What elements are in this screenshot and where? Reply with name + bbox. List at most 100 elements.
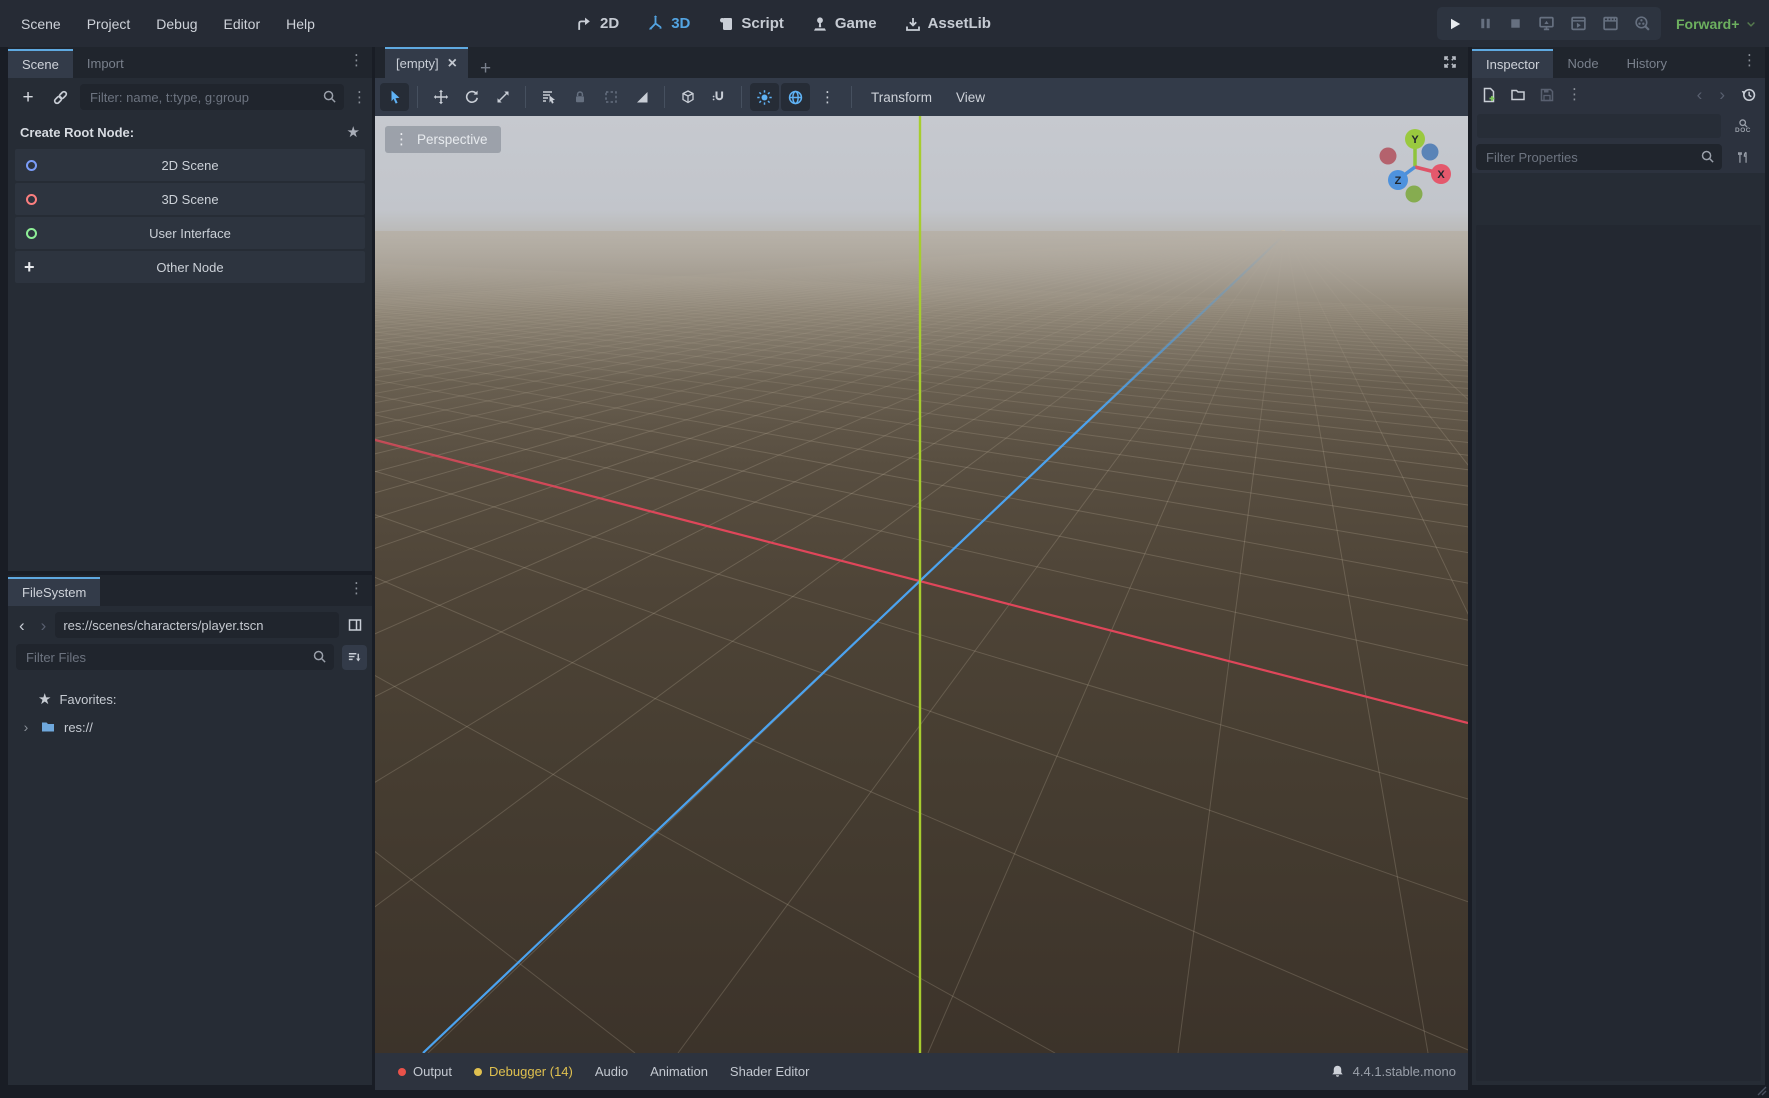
property-tools-icon[interactable] [1725,150,1761,165]
move-tool-button[interactable] [426,83,455,111]
scene-filter-input[interactable] [80,84,344,110]
open-docs-icon[interactable]: DOC [1725,118,1761,134]
tab-history[interactable]: History [1613,49,1681,78]
scene-tab-empty[interactable]: [empty] × [385,47,468,78]
menu-help[interactable]: Help [273,10,328,38]
search-icon [312,649,327,664]
snap-mode-icon[interactable] [704,83,733,111]
res-root-row[interactable]: › res:// [8,713,372,741]
new-scene-tab-button[interactable]: + [468,59,503,78]
stop-button[interactable] [1508,16,1523,31]
control-node-icon [26,228,37,239]
select-tool-button[interactable] [380,83,409,111]
lock-selected-button[interactable] [565,83,594,111]
scene-filter-menu-icon[interactable]: ⋮ [352,90,367,105]
bottom-tab-shader-editor[interactable]: Shader Editor [719,1053,821,1090]
root-option-2d-scene[interactable]: 2D Scene [15,149,365,181]
scene-dock-menu-icon[interactable]: ⋮ [349,53,364,68]
tab-filesystem[interactable]: FileSystem [8,577,100,606]
list-select-button[interactable] [534,83,563,111]
inspector-back-button[interactable]: ‹ [1690,86,1710,103]
svg-text:X: X [1437,169,1445,181]
resource-options-menu-icon[interactable]: ⋮ [1563,87,1586,102]
history-back-button[interactable]: ‹ [12,617,32,634]
filesystem-dock-menu-icon[interactable]: ⋮ [349,581,364,596]
z-axis-line [423,236,1283,1053]
preview-options-menu-icon[interactable]: ⋮ [812,88,843,106]
play-scene-button[interactable] [1570,15,1587,32]
split-view-icon[interactable] [347,617,363,633]
add-node-button[interactable]: + [16,85,40,109]
ruler-mode-button[interactable] [627,83,656,111]
renderer-selector[interactable]: Forward+ [1676,0,1757,47]
pause-button[interactable] [1478,16,1493,31]
favorites-row[interactable]: ★ Favorites: [8,685,372,713]
main-editor-area: [empty] × + [375,47,1468,1090]
root-option-user-interface[interactable]: User Interface [15,217,365,249]
inspector-dock-menu-icon[interactable]: ⋮ [1742,53,1757,68]
play-button[interactable] [1447,16,1463,32]
preview-sun-button[interactable] [750,83,779,111]
menu-debug[interactable]: Debug [143,10,210,38]
x-axis-line [375,440,1468,723]
workspace-tab-script[interactable]: Script [708,11,794,36]
expand-chevron-icon[interactable]: › [20,719,32,735]
favorite-star-icon[interactable]: ★ [347,123,360,141]
close-tab-icon[interactable]: × [448,56,457,72]
bottom-tab-audio[interactable]: Audio [584,1053,639,1090]
workspace-tab-assetlib[interactable]: AssetLib [895,11,1001,36]
preview-environment-button[interactable] [781,83,810,111]
play-custom-scene-button[interactable] [1602,15,1619,32]
group-selected-button[interactable] [596,83,625,111]
transform-menu[interactable]: Transform [860,90,943,105]
file-sort-icon[interactable] [342,645,367,670]
scene-tab-bar: [empty] × + [375,47,1468,78]
root-option-other-node[interactable]: + Other Node [15,251,365,283]
instance-scene-link-icon[interactable] [48,85,72,109]
use-local-space-icon[interactable] [673,83,702,111]
filter-properties-input[interactable] [1476,144,1722,170]
current-path-field[interactable] [55,612,339,638]
gizmo-neg-z-ball [1422,144,1439,161]
workspace-tab-label: Script [741,15,784,32]
3d-viewport[interactable]: ⋮ Perspective Y X Z [375,116,1468,1053]
movie-maker-icon[interactable] [1634,15,1651,32]
scale-tool-button[interactable] [488,83,517,111]
bottom-tab-animation[interactable]: Animation [639,1053,719,1090]
bottom-tab-output[interactable]: Output [387,1053,463,1090]
new-resource-icon[interactable] [1476,82,1502,108]
distraction-free-icon[interactable] [1442,54,1458,70]
menu-scene[interactable]: Scene [8,10,74,38]
window-resize-grip[interactable] [1753,1082,1767,1096]
inspector-filter-row [1472,141,1765,173]
workspace-tab-label: 3D [671,15,690,32]
root-option-3d-scene[interactable]: 3D Scene [15,183,365,215]
menu-project[interactable]: Project [74,10,144,38]
tab-import[interactable]: Import [73,49,138,78]
version-label: 4.4.1.stable.mono [1353,1064,1456,1079]
save-resource-icon[interactable] [1534,82,1560,108]
assetlib-download-icon [905,16,921,32]
menu-editor[interactable]: Editor [211,10,274,38]
playback-controls [1437,7,1661,40]
bottom-tab-debugger[interactable]: Debugger (14) [463,1053,584,1090]
load-resource-folder-icon[interactable] [1505,82,1531,108]
inspector-forward-button[interactable]: › [1712,86,1732,103]
workspace-tab-game[interactable]: Game [802,11,887,36]
history-clock-icon[interactable] [1735,82,1761,108]
view-orientation-gizmo[interactable]: Y X Z [1350,116,1468,221]
tab-node[interactable]: Node [1553,49,1612,78]
history-forward-button[interactable]: › [34,617,54,634]
rotate-tool-button[interactable] [457,83,486,111]
workspace-tab-3d[interactable]: 3D [637,11,700,36]
filter-files-input[interactable] [16,644,334,670]
bell-icon[interactable] [1330,1064,1345,1079]
remote-debug-icon[interactable] [1538,15,1555,32]
tab-scene[interactable]: Scene [8,49,73,78]
resource-name-field[interactable] [1477,114,1721,138]
tab-inspector[interactable]: Inspector [1472,49,1553,78]
create-root-node-header: Create Root Node: ★ [8,116,372,147]
workspace-tab-2d[interactable]: 2D [566,11,629,36]
view-menu[interactable]: View [945,90,996,105]
perspective-menu-button[interactable]: ⋮ Perspective [385,126,501,153]
